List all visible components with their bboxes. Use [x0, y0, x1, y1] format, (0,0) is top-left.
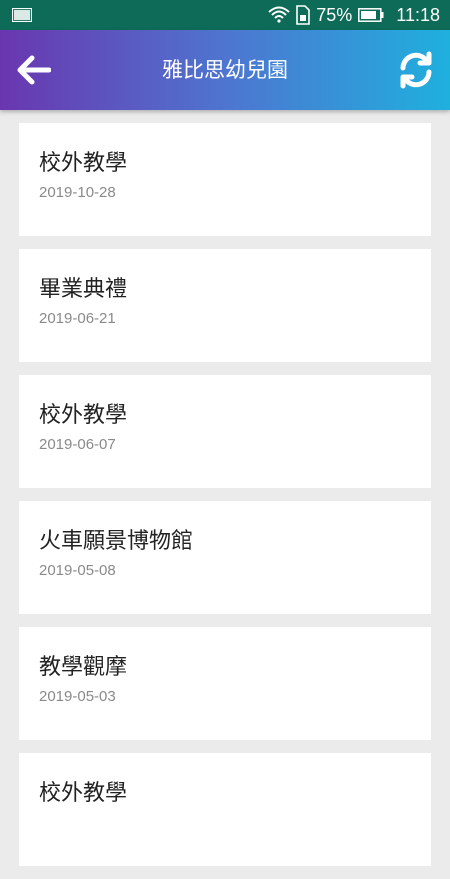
page-title: 雅比思幼兒園: [162, 58, 288, 82]
album-list: 校外教學 2019-10-28 畢業典禮 2019-06-21 校外教學 201…: [19, 123, 431, 879]
status-bar-right: 75% 11:18: [268, 0, 440, 30]
item-date: 2019-05-08: [39, 562, 116, 579]
list-item[interactable]: 火車願景博物館 2019-05-08: [19, 501, 431, 614]
wifi-icon: [268, 6, 290, 23]
list-item[interactable]: 畢業典禮 2019-06-21: [19, 249, 431, 362]
app-bar: 雅比思幼兒園: [0, 30, 450, 110]
list-item[interactable]: 校外教學: [19, 753, 431, 866]
item-title: 教學觀摩: [39, 655, 128, 680]
item-date: 2019-10-28: [39, 184, 116, 201]
item-date: 2019-06-07: [39, 436, 116, 453]
item-title: 火車願景博物館: [39, 529, 194, 554]
battery-percent: 75%: [316, 4, 353, 25]
sim-icon: [296, 5, 311, 25]
list-item[interactable]: 校外教學 2019-10-28: [19, 123, 431, 236]
refresh-icon: [400, 51, 432, 89]
list-item[interactable]: 校外教學 2019-06-07: [19, 375, 431, 488]
arrow-left-icon: [17, 55, 51, 85]
item-title: 校外教學: [39, 781, 128, 806]
back-button[interactable]: [14, 50, 54, 90]
refresh-button[interactable]: [394, 48, 438, 92]
item-title: 校外教學: [39, 151, 128, 176]
gallery-icon: [12, 8, 32, 22]
list-item[interactable]: 教學觀摩 2019-05-03: [19, 627, 431, 740]
item-date: 2019-06-21: [39, 310, 116, 327]
battery-icon: [358, 8, 384, 22]
status-bar: 75% 11:18: [0, 0, 450, 30]
item-title: 畢業典禮: [39, 277, 128, 302]
item-date: 2019-05-03: [39, 688, 116, 705]
item-title: 校外教學: [39, 403, 128, 428]
clock: 11:18: [396, 4, 440, 25]
